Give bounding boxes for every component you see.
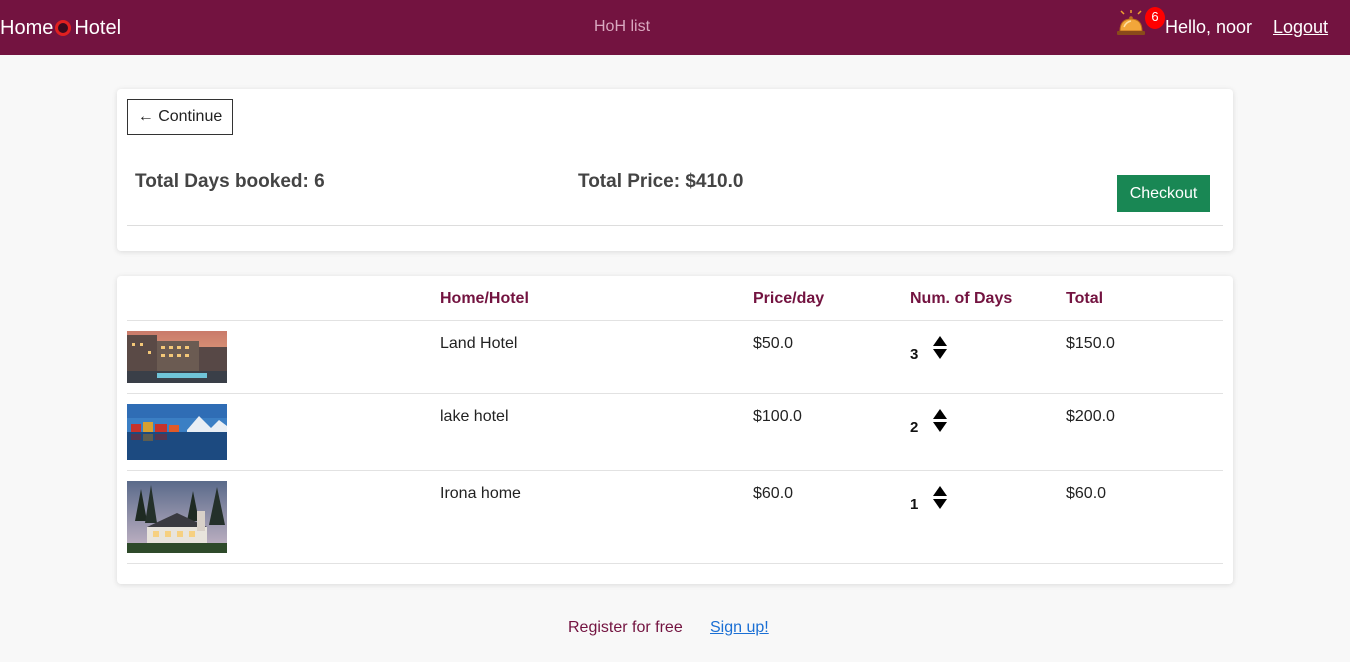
header-price-day: Price/day bbox=[753, 290, 825, 307]
continue-button[interactable]: ← Continue bbox=[127, 99, 233, 135]
hotel-name: Land Hotel bbox=[440, 335, 518, 352]
price-per-day: $50.0 bbox=[753, 335, 794, 352]
brand-home-text: Home bbox=[0, 16, 54, 39]
register-text: Register for free bbox=[568, 619, 683, 636]
price-per-day: $100.0 bbox=[753, 408, 802, 425]
decrement-arrow-icon[interactable] bbox=[933, 499, 947, 509]
row-total: $200.0 bbox=[1066, 408, 1115, 425]
row-total: $60.0 bbox=[1066, 485, 1107, 502]
hotel-thumbnail bbox=[127, 331, 227, 383]
increment-arrow-icon[interactable] bbox=[933, 336, 947, 346]
increment-arrow-icon[interactable] bbox=[933, 486, 947, 496]
days-stepper[interactable] bbox=[933, 409, 947, 433]
days-count: 2 bbox=[910, 419, 919, 436]
total-days-label: Total Days booked: 6 bbox=[135, 171, 325, 192]
brand-logo[interactable]: Home Hotel bbox=[0, 14, 121, 42]
row-total: $150.0 bbox=[1066, 335, 1115, 352]
table-row: Land Hotel $50.0 3 $150.0 bbox=[117, 321, 1233, 393]
decrement-arrow-icon[interactable] bbox=[933, 349, 947, 359]
divider bbox=[127, 225, 1223, 226]
hotel-name: Irona home bbox=[440, 485, 521, 502]
total-price-label: Total Price: $410.0 bbox=[578, 171, 744, 192]
notification-badge: 6 bbox=[1145, 7, 1165, 29]
sign-up-link[interactable]: Sign up! bbox=[710, 619, 769, 637]
hotel-thumbnail bbox=[127, 481, 227, 553]
hotel-name: lake hotel bbox=[440, 408, 509, 425]
hotel-thumbnail bbox=[127, 404, 227, 460]
table-row: lake hotel $100.0 2 $200.0 bbox=[117, 394, 1233, 470]
divider bbox=[127, 563, 1223, 564]
logout-link[interactable]: Logout bbox=[1273, 17, 1328, 38]
decrement-arrow-icon[interactable] bbox=[933, 422, 947, 432]
days-stepper[interactable] bbox=[933, 336, 947, 360]
booking-table-card: Home/Hotel Price/day Num. of Days Total … bbox=[117, 276, 1233, 584]
header-home-hotel: Home/Hotel bbox=[440, 290, 529, 307]
table-row: Irona home $60.0 1 $60.0 bbox=[117, 471, 1233, 563]
increment-arrow-icon[interactable] bbox=[933, 409, 947, 419]
booking-summary-card: ← Continue Total Days booked: 6 Total Pr… bbox=[117, 89, 1233, 251]
brand-ring-icon bbox=[55, 20, 72, 36]
checkout-button[interactable]: Checkout bbox=[1117, 175, 1210, 212]
price-per-day: $60.0 bbox=[753, 485, 794, 502]
brand-hotel-text: Hotel bbox=[74, 16, 122, 39]
user-greeting: Hello, noor bbox=[1165, 17, 1253, 37]
top-navbar: Home Hotel HoH list 6 Hello, noor Logout bbox=[0, 0, 1350, 55]
days-count: 3 bbox=[910, 346, 919, 363]
header-total: Total bbox=[1066, 290, 1104, 307]
hoh-list-link[interactable]: HoH list bbox=[594, 18, 650, 36]
reception-bell-icon[interactable] bbox=[1115, 10, 1147, 38]
days-stepper[interactable] bbox=[933, 486, 947, 510]
header-num-days: Num. of Days bbox=[910, 290, 1013, 307]
days-count: 1 bbox=[910, 496, 919, 513]
